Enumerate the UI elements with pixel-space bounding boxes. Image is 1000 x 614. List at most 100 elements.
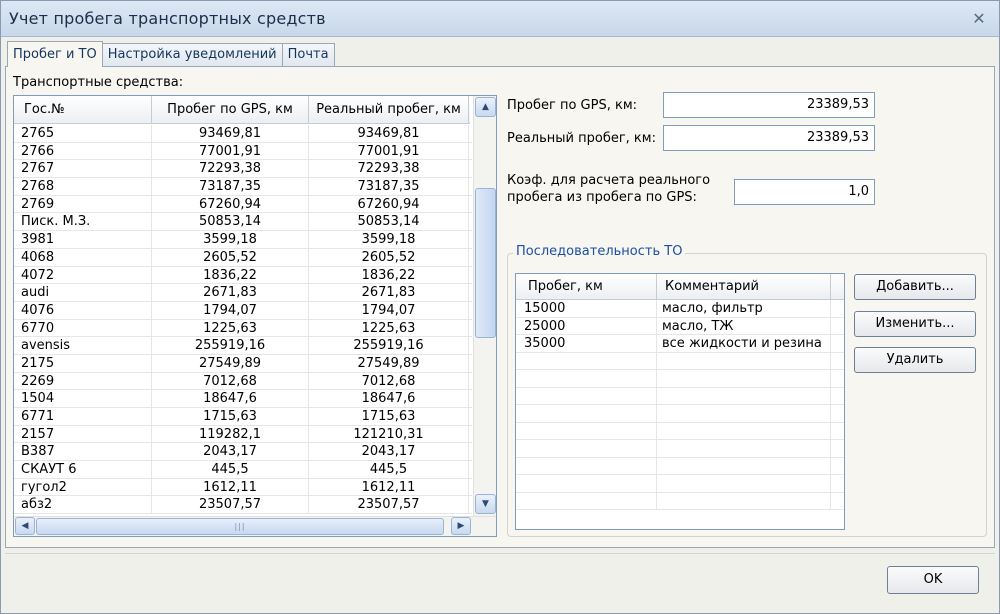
gps-mileage-cell: 2605,52 [152,248,309,266]
table-row[interactable] [516,475,844,493]
plate-cell: 3981 [14,231,152,248]
table-row[interactable]: 2157 119282,1 121210,31 [14,425,472,444]
maintenance-grid[interactable]: Пробег, км Комментарий 15000 масло, фильт… [515,273,845,530]
gps-mileage-cell: 445,5 [152,461,309,478]
maintenance-grid-header: Пробег, км Комментарий [516,274,844,300]
tab-mileage-maintenance[interactable]: Пробег и ТО [7,41,103,67]
table-row[interactable] [516,370,844,388]
real-mileage-cell: 2043,17 [309,443,469,461]
plate-cell: 2175 [14,354,152,372]
maintenance-grid-body: 15000 масло, фильтр 25000 масло, ТЖ 35000 все… [516,300,844,510]
column-header-plate[interactable]: Гос.№ [14,96,152,124]
table-row[interactable] [516,440,844,458]
scroll-right-icon[interactable]: ▶ [451,517,471,535]
comment-cell [657,440,831,457]
table-row[interactable]: 15000 масло, фильтр [516,300,844,318]
table-row[interactable]: 2766 77001,91 77001,91 [14,142,472,161]
table-row[interactable]: абз2 23507,57 23507,57 [14,496,472,515]
mileage-cell: 25000 [516,317,657,334]
table-row[interactable]: 6771 1715,63 1715,63 [14,408,472,426]
table-row[interactable] [516,457,844,475]
table-row[interactable]: 2767 72293,38 72293,38 [14,160,472,179]
plate-cell: Писк. М.З. [14,213,152,231]
mileage-cell [516,352,657,369]
gps-mileage-cell: 2671,83 [152,284,309,301]
real-mileage-field[interactable]: 23389,53 [663,125,875,151]
table-row[interactable]: 35000 все жидкости и резина [516,335,844,353]
comment-cell [657,387,831,404]
real-mileage-cell: 1612,11 [309,478,469,496]
scroll-up-icon[interactable]: ▲ [475,97,496,117]
plate-cell: avensis [14,337,152,354]
scroll-down-icon[interactable]: ▼ [475,494,496,514]
plate-cell: СКАУТ 6 [14,461,152,478]
table-row[interactable] [516,405,844,423]
vehicles-grid-header: Гос.№ Пробег по GPS, км Реальный пробег,… [14,96,470,124]
edit-button[interactable]: Изменить... [854,311,976,337]
table-row[interactable]: 2768 73187,35 73187,35 [14,178,472,196]
add-button[interactable]: Добавить... [854,274,976,300]
plate-cell: 4072 [14,266,152,284]
table-row[interactable]: 4072 1836,22 1836,22 [14,266,472,285]
table-row[interactable]: 2175 27549,89 27549,89 [14,354,472,373]
table-row[interactable]: 4068 2605,52 2605,52 [14,248,472,267]
mileage-cell [516,440,657,457]
gps-mileage-cell: 27549,89 [152,354,309,372]
tab-notification-settings[interactable]: Настройка уведомлений [101,43,283,67]
plate-cell: 2157 [14,425,152,443]
ok-button[interactable]: OK [887,566,979,594]
coefficient-field[interactable]: 1,0 [734,179,875,205]
mileage-cell [516,370,657,387]
maintenance-group-title: Последовательность ТО [513,244,686,259]
horizontal-scroll-thumb[interactable]: ||| [36,518,444,535]
comment-cell [657,457,831,474]
table-row[interactable]: audi 2671,83 2671,83 [14,284,472,302]
table-row[interactable] [516,492,844,510]
vertical-scroll-thumb[interactable] [475,188,496,338]
column-header-real-mileage[interactable]: Реальный пробег, км [309,96,469,124]
vehicles-grid[interactable]: Гос.№ Пробег по GPS, км Реальный пробег,… [13,95,497,537]
table-row[interactable]: В387 2043,17 2043,17 [14,443,472,462]
table-row[interactable]: avensis 255919,16 255919,16 [14,337,472,355]
table-row[interactable]: 2269 7012,68 7012,68 [14,372,472,391]
plate-cell: абз2 [14,496,152,514]
table-row[interactable]: 25000 масло, ТЖ [516,317,844,335]
tab-mail[interactable]: Почта [281,43,335,67]
comment-cell: масло, ТЖ [657,317,831,334]
gps-mileage-label: Пробег по GPS, км: [507,98,638,113]
column-header-mileage[interactable]: Пробег, км [516,274,657,299]
plate-cell: 2767 [14,160,152,178]
horizontal-scrollbar[interactable]: ◀ ||| ▶ [14,516,496,536]
table-row[interactable]: 2769 67260,94 67260,94 [14,195,472,214]
comment-cell [657,475,831,492]
real-mileage-cell: 1836,22 [309,266,469,284]
table-row[interactable]: 4076 1794,07 1794,07 [14,301,472,320]
table-row[interactable]: Писк. М.З. 50853,14 50853,14 [14,213,472,232]
scroll-left-icon[interactable]: ◀ [15,517,35,535]
vertical-scrollbar[interactable]: ▲ ▼ [473,96,496,516]
gps-mileage-field[interactable]: 23389,53 [663,92,875,118]
table-row[interactable]: 6770 1225,63 1225,63 [14,319,472,338]
plate-cell: 2269 [14,372,152,390]
comment-cell [657,405,831,422]
column-header-gps-mileage[interactable]: Пробег по GPS, км [152,96,309,124]
table-row[interactable]: СКАУТ 6 445,5 445,5 [14,461,472,479]
table-row[interactable] [516,387,844,405]
column-header-comment[interactable]: Комментарий [657,274,831,299]
table-row[interactable]: 3981 3599,18 3599,18 [14,231,472,249]
comment-cell [657,352,831,369]
gps-mileage-cell: 7012,68 [152,372,309,390]
plate-cell: 2769 [14,195,152,213]
table-row[interactable] [516,352,844,370]
close-icon[interactable]: ✕ [969,9,989,29]
table-row[interactable] [516,422,844,440]
table-row[interactable]: 1504 18647,6 18647,6 [14,390,472,408]
table-row[interactable]: 2765 93469,81 93469,81 [14,125,472,143]
delete-button[interactable]: Удалить [854,347,976,373]
real-mileage-cell: 72293,38 [309,160,469,178]
gps-mileage-cell: 255919,16 [152,337,309,354]
table-row[interactable]: гугол2 1612,11 1612,11 [14,478,472,497]
plate-cell: 1504 [14,390,152,407]
plate-cell: 6771 [14,408,152,425]
vehicles-label: Транспортные средства: [13,75,184,90]
